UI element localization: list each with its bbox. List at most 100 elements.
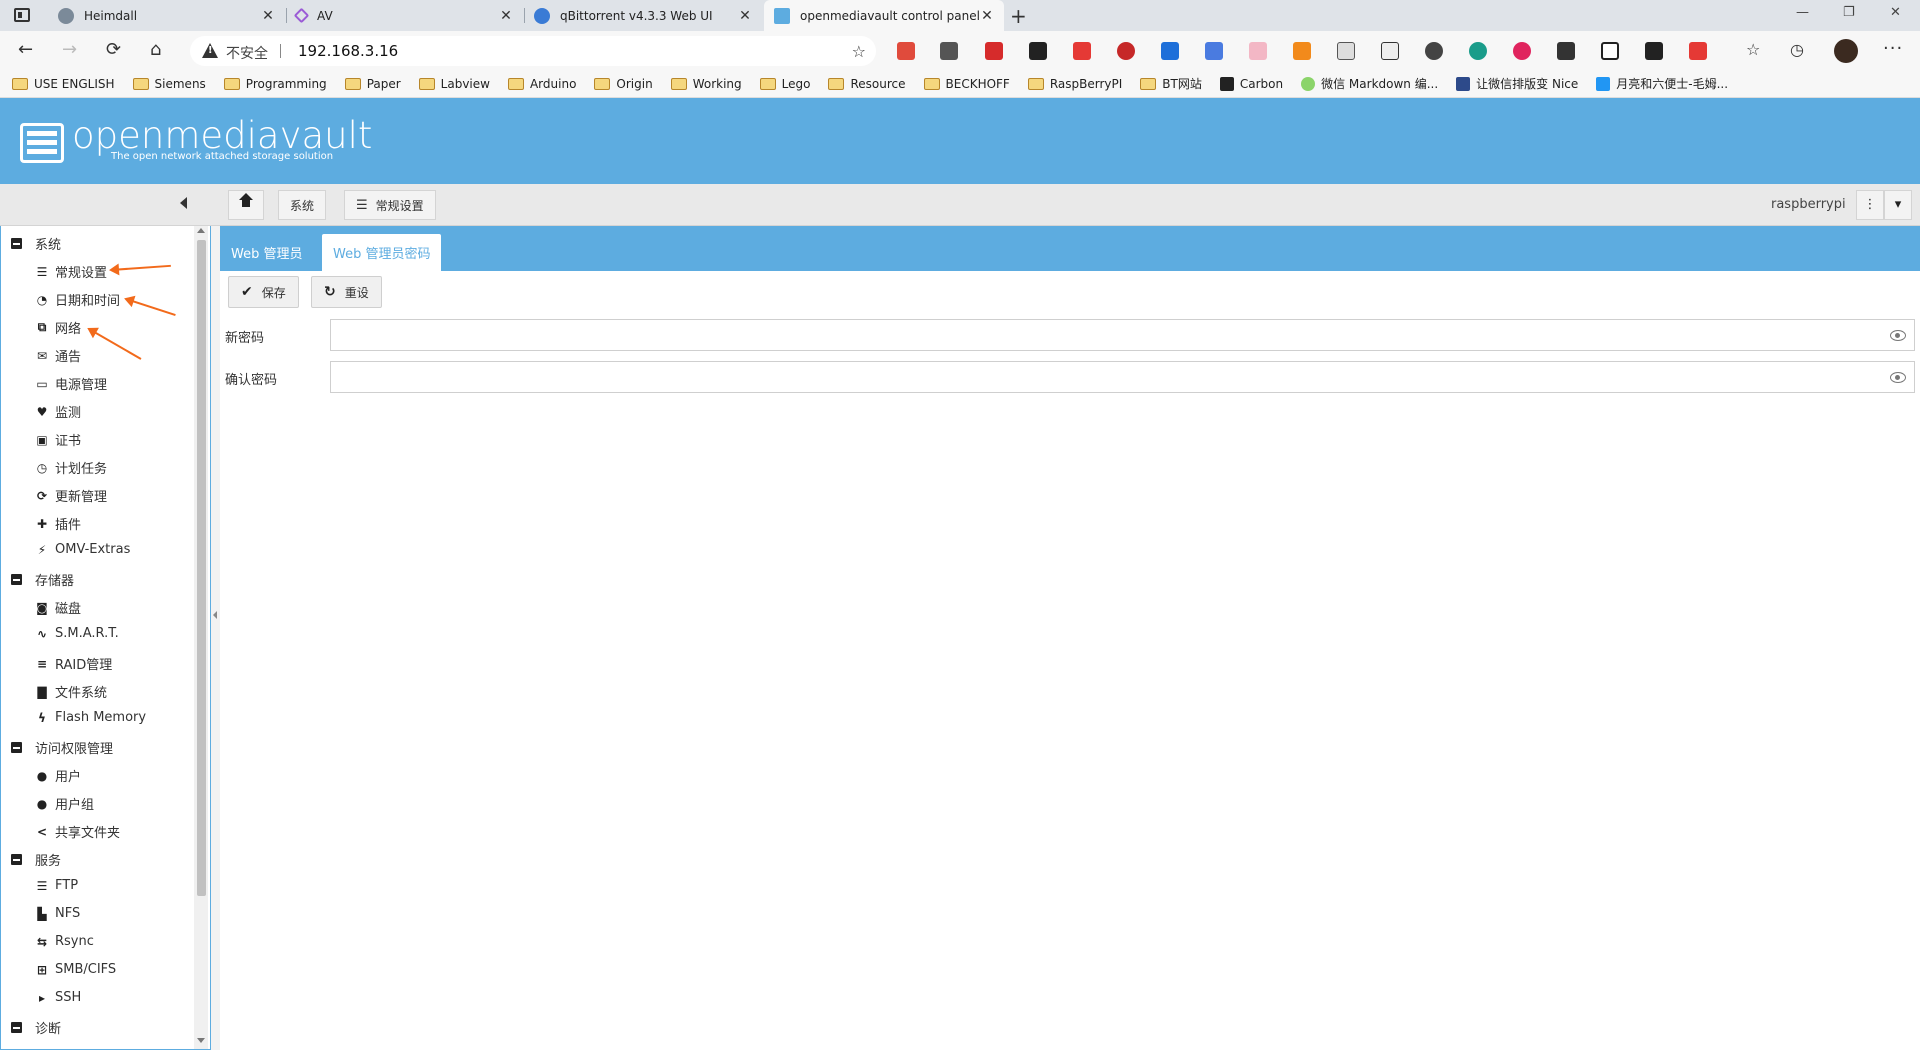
extension-icon[interactable] bbox=[1513, 42, 1531, 60]
sidebar-item-raid[interactable]: ≡ RAID管理 bbox=[34, 654, 112, 674]
bookmark-item[interactable]: Working bbox=[670, 77, 742, 91]
sidebar-item-smart[interactable]: ∿ S.M.A.R.T. bbox=[34, 626, 119, 641]
sidebar-item-smb-cifs[interactable]: ⊞ SMB/CIFS bbox=[34, 962, 116, 977]
bookmark-item[interactable]: Arduino bbox=[507, 77, 576, 91]
sidebar-item-notification[interactable]: ✉ 通告 bbox=[34, 346, 81, 366]
browser-tab-heimdall[interactable]: Heimdall ✕ bbox=[48, 0, 285, 31]
scrollbar-thumb[interactable] bbox=[197, 240, 206, 896]
bookmark-item[interactable]: USE ENGLISH bbox=[12, 77, 115, 91]
extension-icon[interactable] bbox=[1029, 42, 1047, 60]
sidebar-item-date-time[interactable]: ◔ 日期和时间 bbox=[34, 290, 120, 310]
sidebar-item-groups[interactable]: ● 用户组 bbox=[34, 794, 94, 814]
translate-icon[interactable] bbox=[1205, 42, 1223, 60]
new-tab-button[interactable]: + bbox=[1010, 4, 1027, 28]
bookmark-item[interactable]: RaspBerryPI bbox=[1027, 77, 1122, 91]
extension-icon[interactable] bbox=[1425, 42, 1443, 60]
bookmark-item[interactable]: Siemens bbox=[132, 77, 206, 91]
scroll-down-icon[interactable] bbox=[197, 1038, 205, 1043]
sidebar-item-plugins[interactable]: ✚ 插件 bbox=[34, 514, 81, 534]
sidebar-item-disks[interactable]: ◙ 磁盘 bbox=[34, 598, 81, 618]
collapse-icon[interactable] bbox=[11, 742, 22, 753]
address-bar[interactable]: 不安全 192.168.3.16 ☆ bbox=[190, 36, 876, 66]
sidebar-item-power-management[interactable]: ▭ 电源管理 bbox=[34, 374, 107, 394]
sidebar-item-network[interactable]: ⧉ 网络 bbox=[34, 318, 81, 337]
bookmark-item[interactable]: Paper bbox=[344, 77, 401, 91]
restore-button[interactable]: ❐ bbox=[1843, 5, 1855, 20]
breadcrumb-general-settings[interactable]: ☰ 常规设置 bbox=[344, 190, 436, 220]
extension-icon[interactable] bbox=[1161, 42, 1179, 60]
collapse-icon[interactable] bbox=[11, 1022, 22, 1033]
tab-web-admin-password[interactable]: Web 管理员密码 bbox=[322, 234, 442, 271]
window-close-button[interactable]: ✕ bbox=[1890, 5, 1901, 20]
sidebar-item-scheduled-jobs[interactable]: ◷ 计划任务 bbox=[34, 458, 107, 478]
close-icon[interactable]: ✕ bbox=[499, 8, 513, 24]
browser-tab-qbittorrent[interactable]: qBittorrent v4.3.3 Web UI ✕ bbox=[524, 0, 762, 31]
sidebar-item-general-settings[interactable]: ☰ 常规设置 bbox=[34, 262, 107, 282]
collapse-icon[interactable] bbox=[11, 854, 22, 865]
bookmark-item[interactable]: Lego bbox=[759, 77, 810, 91]
sidebar-item-ftp[interactable]: ☰ FTP bbox=[34, 878, 78, 893]
sidebar-item-certificates[interactable]: ▣ 证书 bbox=[34, 430, 81, 450]
dropdown-button[interactable]: ▾ bbox=[1884, 190, 1912, 220]
adblock-icon[interactable] bbox=[1117, 42, 1135, 60]
sidebar-splitter[interactable] bbox=[211, 226, 220, 1050]
reload-icon[interactable]: ⟳ bbox=[106, 39, 121, 61]
extension-icon[interactable] bbox=[1337, 42, 1355, 60]
profile-avatar[interactable] bbox=[1834, 39, 1858, 63]
sidebar-group-services[interactable]: 服务 bbox=[11, 850, 61, 869]
sidebar-item-filesystems[interactable]: ▇ 文件系统 bbox=[34, 682, 107, 702]
sidebar-item-flash-memory[interactable]: ϟ Flash Memory bbox=[34, 710, 146, 725]
back-icon[interactable]: ← bbox=[18, 39, 33, 61]
show-password-icon[interactable] bbox=[1890, 328, 1906, 342]
add-favorite-icon[interactable]: ☆ bbox=[852, 42, 866, 61]
extension-icon[interactable] bbox=[1689, 42, 1707, 60]
close-icon[interactable]: ✕ bbox=[738, 8, 752, 24]
bookmark-item[interactable]: Resource bbox=[828, 77, 906, 91]
extension-icon[interactable] bbox=[1469, 42, 1487, 60]
extension-icon[interactable] bbox=[897, 42, 915, 60]
sidebar-group-access-rights[interactable]: 访问权限管理 bbox=[11, 738, 113, 757]
sidebar-group-system[interactable]: 系统 bbox=[11, 234, 61, 253]
extension-icon[interactable] bbox=[1073, 42, 1091, 60]
tab-web-admin[interactable]: Web 管理员 bbox=[220, 234, 313, 271]
bookmark-item[interactable]: BT网站 bbox=[1140, 75, 1202, 92]
favorites-icon[interactable]: ☆ bbox=[1746, 39, 1760, 61]
confirm-password-field[interactable] bbox=[330, 361, 1915, 393]
close-icon[interactable]: ✕ bbox=[261, 8, 275, 24]
minimize-button[interactable]: — bbox=[1796, 5, 1809, 20]
bookmark-item[interactable]: Labview bbox=[418, 77, 490, 91]
home-icon[interactable]: ⌂ bbox=[150, 39, 161, 61]
bookmark-item[interactable]: 让微信排版变 Nice bbox=[1456, 75, 1578, 92]
extension-icon[interactable] bbox=[1645, 42, 1663, 60]
bookmark-item[interactable]: BECKHOFF bbox=[923, 77, 1010, 91]
new-password-field[interactable] bbox=[330, 319, 1915, 351]
save-button[interactable]: ✔ 保存 bbox=[228, 276, 299, 308]
url-text[interactable]: 192.168.3.16 bbox=[298, 42, 398, 60]
breadcrumb-system[interactable]: 系统 bbox=[278, 190, 327, 220]
sidebar-item-update-management[interactable]: ⟳ 更新管理 bbox=[34, 486, 107, 506]
bookmark-item[interactable]: 微信 Markdown 编... bbox=[1301, 75, 1438, 92]
more-icon[interactable]: ··· bbox=[1883, 38, 1903, 59]
scroll-up-icon[interactable] bbox=[197, 228, 205, 233]
collapse-icon[interactable] bbox=[11, 238, 22, 249]
extension-icon[interactable] bbox=[1557, 42, 1575, 60]
show-password-icon[interactable] bbox=[1890, 370, 1906, 384]
browser-tab-omv[interactable]: openmediavault control panel - ( ✕ bbox=[764, 0, 1004, 31]
sidebar-item-rsync[interactable]: ⇆ Rsync bbox=[34, 934, 94, 949]
extension-icon[interactable] bbox=[940, 42, 958, 60]
bookmark-item[interactable]: Carbon bbox=[1219, 76, 1283, 91]
sidebar-item-nfs[interactable]: ▙ NFS bbox=[34, 906, 80, 921]
sidebar-group-storage[interactable]: 存储器 bbox=[11, 570, 74, 589]
breadcrumb-home[interactable] bbox=[228, 190, 264, 220]
sidebar-item-ssh[interactable]: ▸ SSH bbox=[34, 990, 81, 1005]
extension-icon[interactable] bbox=[1293, 42, 1311, 60]
collapse-sidebar-icon[interactable] bbox=[180, 197, 187, 209]
sidebar-group-diagnostics[interactable]: 诊断 bbox=[11, 1018, 61, 1037]
collapse-icon[interactable] bbox=[11, 574, 22, 585]
bookmark-item[interactable]: Programming bbox=[223, 77, 327, 91]
extension-icon[interactable] bbox=[1249, 42, 1267, 60]
bookmark-item[interactable]: Origin bbox=[594, 77, 653, 91]
forward-icon[interactable]: → bbox=[62, 39, 77, 61]
sidebar-item-omv-extras[interactable]: ⚡ OMV-Extras bbox=[34, 542, 131, 557]
browser-tab-av[interactable]: AV ✕ bbox=[286, 0, 523, 31]
